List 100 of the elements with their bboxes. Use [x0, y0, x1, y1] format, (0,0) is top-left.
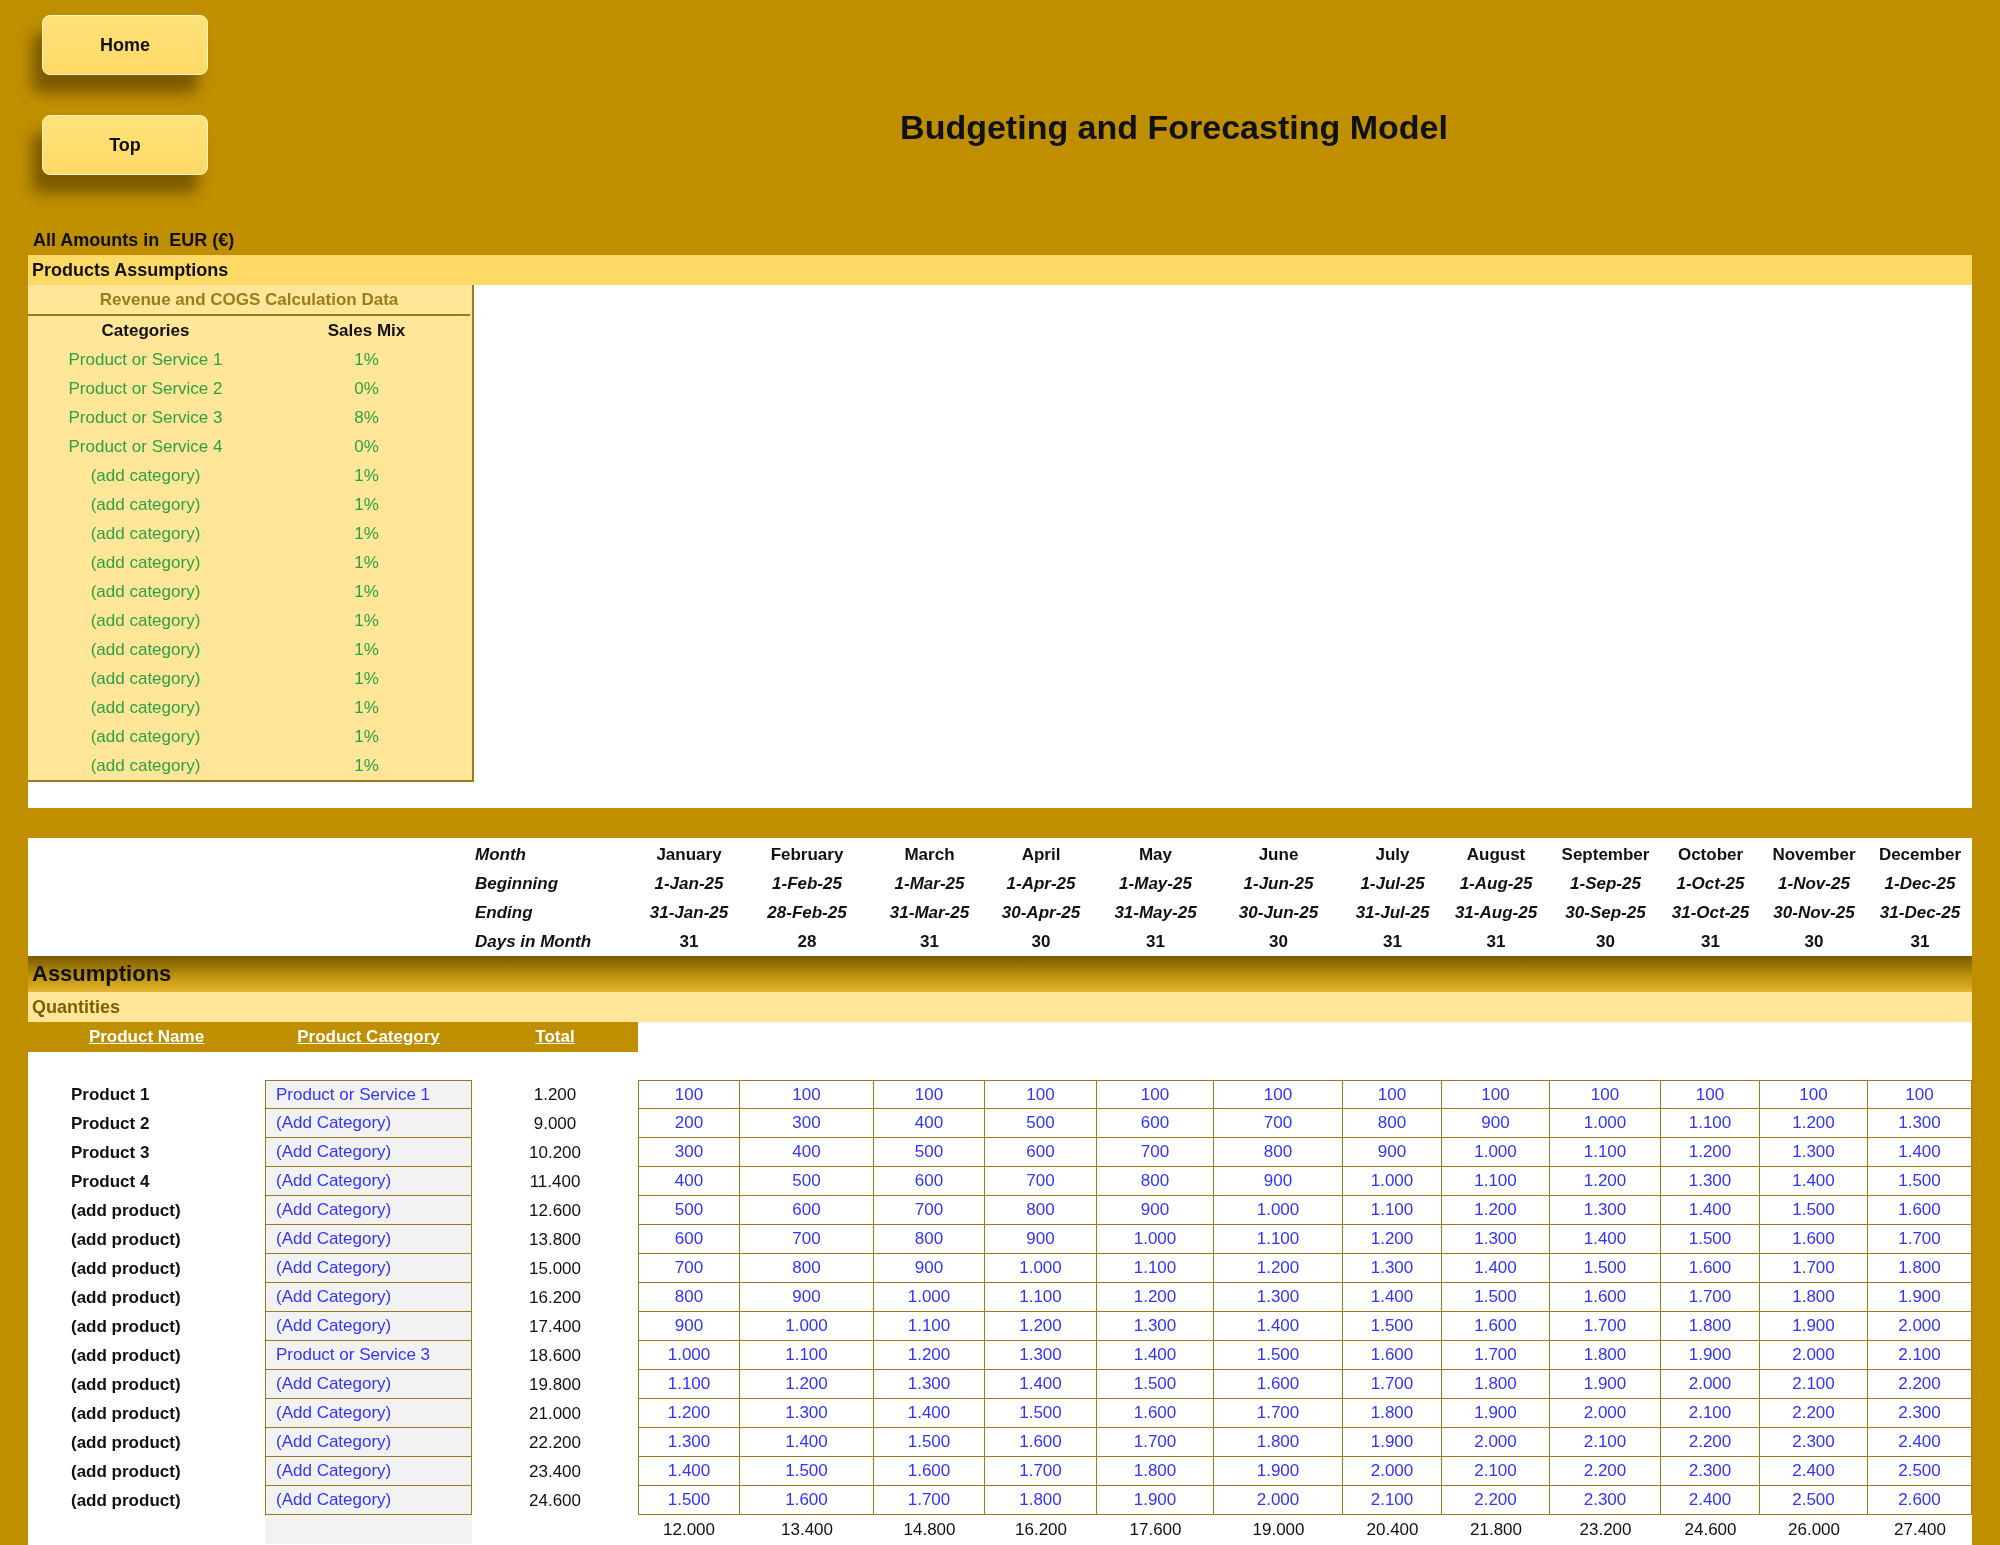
quantity-cell[interactable]: 100 — [1868, 1080, 1972, 1109]
quantity-cell[interactable]: 1.900 — [1760, 1312, 1868, 1341]
quantity-cell[interactable]: 500 — [985, 1109, 1097, 1138]
quantity-cell[interactable]: 1.800 — [1661, 1312, 1760, 1341]
quantity-cell[interactable]: 600 — [985, 1138, 1097, 1167]
quantity-cell[interactable]: 1.600 — [1550, 1283, 1661, 1312]
quantity-cell[interactable]: 1.300 — [1550, 1196, 1661, 1225]
quantity-cell[interactable]: 600 — [1097, 1109, 1214, 1138]
quantity-cell[interactable]: 1.200 — [985, 1312, 1097, 1341]
quantity-cell[interactable]: 2.000 — [1550, 1399, 1661, 1428]
quantity-cell[interactable]: 1.500 — [1868, 1167, 1972, 1196]
quantity-cell[interactable]: 2.100 — [1868, 1341, 1972, 1370]
quantity-cell[interactable]: 1.800 — [1868, 1254, 1972, 1283]
quantity-cell[interactable]: 1.000 — [740, 1312, 874, 1341]
quantity-cell[interactable]: 900 — [740, 1283, 874, 1312]
quantity-cell[interactable]: 1.000 — [1550, 1109, 1661, 1138]
quantity-cell[interactable]: 1.600 — [1760, 1225, 1868, 1254]
quantity-cell[interactable]: 1.200 — [1760, 1109, 1868, 1138]
quantity-cell[interactable]: 1.100 — [1550, 1138, 1661, 1167]
quantity-cell[interactable]: 1.500 — [874, 1428, 985, 1457]
quantity-cell[interactable]: 1.500 — [1214, 1341, 1343, 1370]
quantity-cell[interactable]: 800 — [1097, 1167, 1214, 1196]
quantity-cell[interactable]: 1.000 — [638, 1341, 740, 1370]
quantity-cell[interactable]: 900 — [1343, 1138, 1442, 1167]
quantity-cell[interactable]: 1.100 — [874, 1312, 985, 1341]
quantity-cell[interactable]: 100 — [874, 1080, 985, 1109]
quantity-cell[interactable]: 2.100 — [1442, 1457, 1550, 1486]
quantity-cell[interactable]: 2.000 — [1214, 1486, 1343, 1515]
quantity-cell[interactable]: 1.000 — [874, 1283, 985, 1312]
quantity-cell[interactable]: 1.400 — [1442, 1254, 1550, 1283]
quantity-cell[interactable]: 1.900 — [1442, 1399, 1550, 1428]
quantity-cell[interactable]: 800 — [740, 1254, 874, 1283]
quantity-cell[interactable]: 1.000 — [1442, 1138, 1550, 1167]
quantity-cell[interactable]: 1.500 — [740, 1457, 874, 1486]
quantity-cell[interactable]: 600 — [638, 1225, 740, 1254]
category-field[interactable]: Product or Service 1 — [265, 1080, 472, 1109]
quantity-cell[interactable]: 1.500 — [1343, 1312, 1442, 1341]
quantity-cell[interactable]: 700 — [1097, 1138, 1214, 1167]
quantity-cell[interactable]: 100 — [740, 1080, 874, 1109]
quantity-cell[interactable]: 2.100 — [1343, 1486, 1442, 1515]
nav-button[interactable]: Top — [42, 115, 208, 175]
quantity-cell[interactable]: 2.100 — [1550, 1428, 1661, 1457]
quantity-cell[interactable]: 1.400 — [1214, 1312, 1343, 1341]
quantity-cell[interactable]: 1.700 — [1661, 1283, 1760, 1312]
quantity-cell[interactable]: 2.000 — [1661, 1370, 1760, 1399]
quantity-cell[interactable]: 1.700 — [1760, 1254, 1868, 1283]
quantity-cell[interactable]: 900 — [1442, 1109, 1550, 1138]
category-field[interactable]: (Add Category) — [265, 1254, 472, 1283]
category-field[interactable]: (Add Category) — [265, 1312, 472, 1341]
quantity-cell[interactable]: 1.300 — [1343, 1254, 1442, 1283]
quantity-cell[interactable]: 1.300 — [638, 1428, 740, 1457]
category-field[interactable]: (Add Category) — [265, 1486, 472, 1515]
quantity-cell[interactable]: 1.800 — [1550, 1341, 1661, 1370]
quantity-cell[interactable]: 900 — [1214, 1167, 1343, 1196]
quantity-cell[interactable]: 1.200 — [740, 1370, 874, 1399]
category-field[interactable]: (Add Category) — [265, 1457, 472, 1486]
quantity-cell[interactable]: 1.300 — [1097, 1312, 1214, 1341]
quantity-cell[interactable]: 2.200 — [1550, 1457, 1661, 1486]
quantity-cell[interactable]: 1.400 — [740, 1428, 874, 1457]
quantity-cell[interactable]: 2.400 — [1760, 1457, 1868, 1486]
quantity-cell[interactable]: 1.300 — [1760, 1138, 1868, 1167]
quantity-cell[interactable]: 500 — [638, 1196, 740, 1225]
quantity-cell[interactable]: 1.500 — [638, 1486, 740, 1515]
quantity-cell[interactable]: 1.300 — [985, 1341, 1097, 1370]
quantity-cell[interactable]: 2.500 — [1868, 1457, 1972, 1486]
quantity-cell[interactable]: 900 — [1097, 1196, 1214, 1225]
quantity-cell[interactable]: 700 — [740, 1225, 874, 1254]
quantity-cell[interactable]: 2.300 — [1868, 1399, 1972, 1428]
quantity-cell[interactable]: 1.600 — [1868, 1196, 1972, 1225]
quantity-cell[interactable]: 1.300 — [1442, 1225, 1550, 1254]
quantity-cell[interactable]: 1.300 — [740, 1399, 874, 1428]
quantity-cell[interactable]: 700 — [638, 1254, 740, 1283]
quantity-cell[interactable]: 2.500 — [1760, 1486, 1868, 1515]
nav-button[interactable]: Home — [42, 15, 208, 75]
quantity-cell[interactable]: 100 — [1343, 1080, 1442, 1109]
quantity-cell[interactable]: 2.100 — [1661, 1399, 1760, 1428]
quantity-cell[interactable]: 900 — [638, 1312, 740, 1341]
quantity-cell[interactable]: 1.400 — [985, 1370, 1097, 1399]
quantity-cell[interactable]: 2.000 — [1868, 1312, 1972, 1341]
quantity-cell[interactable]: 1.500 — [1760, 1196, 1868, 1225]
quantity-cell[interactable]: 800 — [1343, 1109, 1442, 1138]
quantity-cell[interactable]: 1.900 — [1097, 1486, 1214, 1515]
quantity-cell[interactable]: 1.400 — [1550, 1225, 1661, 1254]
quantity-cell[interactable]: 2.100 — [1760, 1370, 1868, 1399]
quantity-cell[interactable]: 1.000 — [1097, 1225, 1214, 1254]
quantity-cell[interactable]: 1.600 — [1343, 1341, 1442, 1370]
quantity-cell[interactable]: 1.400 — [1097, 1341, 1214, 1370]
quantity-cell[interactable]: 2.300 — [1550, 1486, 1661, 1515]
quantity-cell[interactable]: 1.200 — [1214, 1254, 1343, 1283]
quantity-cell[interactable]: 1.500 — [1097, 1370, 1214, 1399]
category-field[interactable]: (Add Category) — [265, 1428, 472, 1457]
quantity-cell[interactable]: 100 — [985, 1080, 1097, 1109]
quantity-cell[interactable]: 300 — [740, 1109, 874, 1138]
quantity-cell[interactable]: 100 — [1661, 1080, 1760, 1109]
quantity-cell[interactable]: 2.400 — [1661, 1486, 1760, 1515]
quantity-cell[interactable]: 1.300 — [1868, 1109, 1972, 1138]
quantity-cell[interactable]: 400 — [638, 1167, 740, 1196]
quantity-cell[interactable]: 100 — [1550, 1080, 1661, 1109]
quantity-cell[interactable]: 600 — [740, 1196, 874, 1225]
quantity-cell[interactable]: 700 — [1214, 1109, 1343, 1138]
